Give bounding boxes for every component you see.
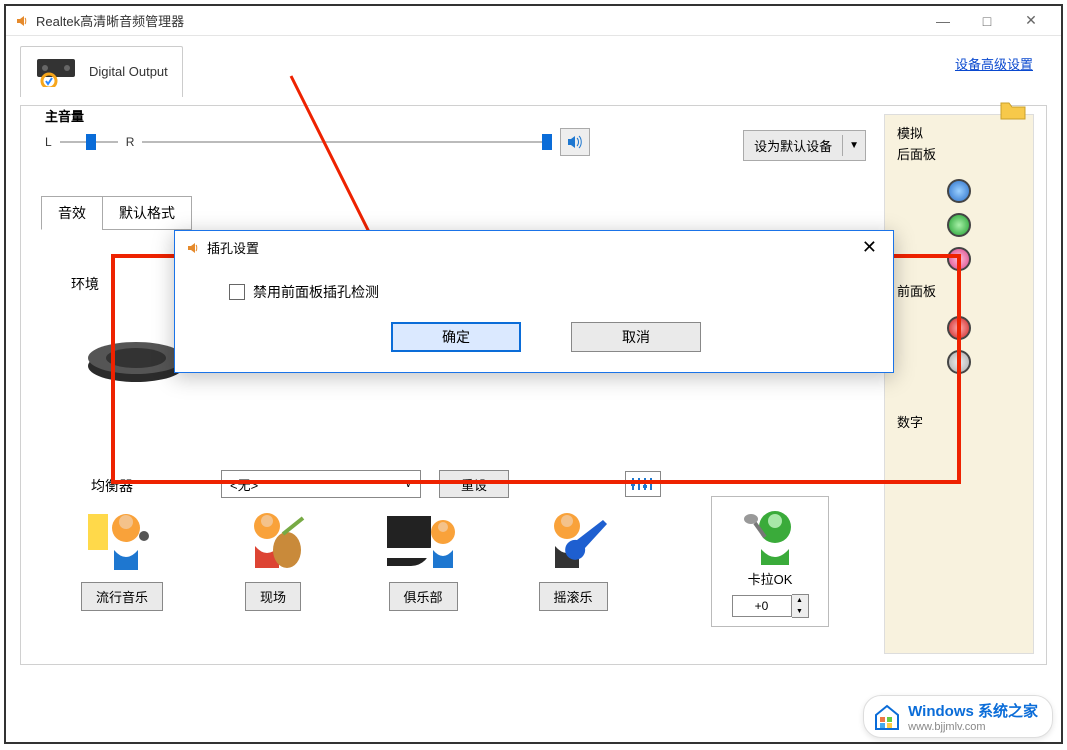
window-titlebar: Realtek高清晰音频管理器 — □ ✕ <box>6 6 1061 36</box>
main-volume-label: 主音量 <box>45 106 84 125</box>
volume-slider[interactable] <box>142 132 552 152</box>
environment-label: 环境 <box>71 274 99 294</box>
connector-panel: 模拟 后面板 前面板 数字 <box>884 114 1034 654</box>
tab-default-format[interactable]: 默认格式 <box>102 196 192 230</box>
volume-row: L R <box>45 128 590 156</box>
spinner-up-icon[interactable]: ▲ <box>792 595 808 606</box>
balance-slider[interactable] <box>60 132 118 152</box>
spinner-down-icon[interactable]: ▼ <box>792 606 808 617</box>
jack-front-out[interactable] <box>947 350 971 374</box>
device-tab-label: Digital Output <box>89 64 168 79</box>
preset-club-button[interactable]: 俱乐部 <box>389 582 458 611</box>
main-panel: 主音量 L R 设为默认设备 ▼ 音效 默认格式 环境 <box>20 105 1047 665</box>
jack-settings-dialog: 插孔设置 ✕ 禁用前面板插孔检测 确定 取消 <box>174 230 894 373</box>
preset-row: 流行音乐 现场 俱乐部 摇滚乐 <box>81 506 613 611</box>
preset-rock-button[interactable]: 摇滚乐 <box>539 582 608 611</box>
front-panel-label: 前面板 <box>885 281 1033 306</box>
jack-front-mic[interactable] <box>947 316 971 340</box>
minimize-button[interactable]: — <box>921 7 965 35</box>
jack-mic[interactable] <box>947 247 971 271</box>
dialog-cancel-button[interactable]: 取消 <box>571 322 701 352</box>
karaoke-label: 卡拉OK <box>748 569 793 588</box>
window-controls: — □ ✕ <box>921 7 1053 35</box>
digital-label: 数字 <box>885 404 1033 433</box>
equalizer-reset-button[interactable]: 重设 <box>439 470 509 498</box>
mute-button[interactable] <box>560 128 590 156</box>
disable-front-jack-label: 禁用前面板插孔检测 <box>253 282 379 302</box>
speaker-icon <box>185 240 201 256</box>
chevron-down-icon: ∨ <box>405 479 412 490</box>
speaker-icon <box>14 13 30 29</box>
watermark: Windows 系统之家 www.bjjmlv.com <box>863 695 1053 738</box>
person-guitar-icon <box>233 506 313 574</box>
person-microphone-icon <box>735 503 805 565</box>
balance-r-label: R <box>126 135 135 149</box>
set-default-label: 设为默认设备 <box>744 131 842 160</box>
balance-l-label: L <box>45 135 52 149</box>
preset-pop-button[interactable]: 流行音乐 <box>81 582 163 611</box>
person-singer-icon <box>82 506 162 574</box>
jack-line-in[interactable] <box>947 179 971 203</box>
set-default-device-button[interactable]: 设为默认设备 ▼ <box>743 130 866 161</box>
equalizer-combo-value: <无> <box>230 475 258 494</box>
window-title: Realtek高清晰音频管理器 <box>36 11 921 30</box>
preset-rock[interactable]: 摇滚乐 <box>533 506 613 611</box>
jack-line-out[interactable] <box>947 213 971 237</box>
advanced-settings-link[interactable]: 设备高级设置 <box>955 54 1033 73</box>
equalizer-label: 均衡器 <box>91 476 133 496</box>
preset-pop[interactable]: 流行音乐 <box>81 506 163 611</box>
watermark-url: www.bjjmlv.com <box>908 721 1038 733</box>
folder-icon[interactable] <box>999 99 1027 121</box>
sub-tabs: 音效 默认格式 <box>41 196 192 230</box>
person-electric-guitar-icon <box>533 506 613 574</box>
preset-club[interactable]: 俱乐部 <box>383 506 463 611</box>
house-windows-icon <box>872 703 902 731</box>
karaoke-pitch-input[interactable] <box>732 595 792 617</box>
dialog-ok-button[interactable]: 确定 <box>391 322 521 352</box>
rear-panel-label: 后面板 <box>885 144 1033 169</box>
equalizer-combo[interactable]: <无> ∨ <box>221 470 421 498</box>
checkbox-icon <box>229 284 245 300</box>
disable-front-jack-detection-checkbox[interactable]: 禁用前面板插孔检测 <box>229 282 863 302</box>
speaker-volume-icon <box>566 134 584 150</box>
dialog-title: 插孔设置 <box>207 238 856 257</box>
person-piano-icon <box>383 506 463 574</box>
device-tab-digital-output[interactable]: Digital Output <box>20 46 183 97</box>
watermark-title: Windows 系统之家 <box>908 700 1038 721</box>
device-icon <box>35 55 81 87</box>
equalizer-graphic-button[interactable] <box>625 471 661 497</box>
karaoke-panel: 卡拉OK ▲ ▼ <box>711 496 829 627</box>
preset-live-button[interactable]: 现场 <box>245 582 301 611</box>
preset-live[interactable]: 现场 <box>233 506 313 611</box>
tab-sound-effects[interactable]: 音效 <box>41 196 103 230</box>
close-button[interactable]: ✕ <box>1009 7 1053 35</box>
dialog-close-button[interactable]: ✕ <box>856 237 883 258</box>
set-default-dropdown-icon[interactable]: ▼ <box>842 135 865 156</box>
maximize-button[interactable]: □ <box>965 7 1009 35</box>
karaoke-pitch-spinner[interactable]: ▲ ▼ <box>732 594 809 618</box>
